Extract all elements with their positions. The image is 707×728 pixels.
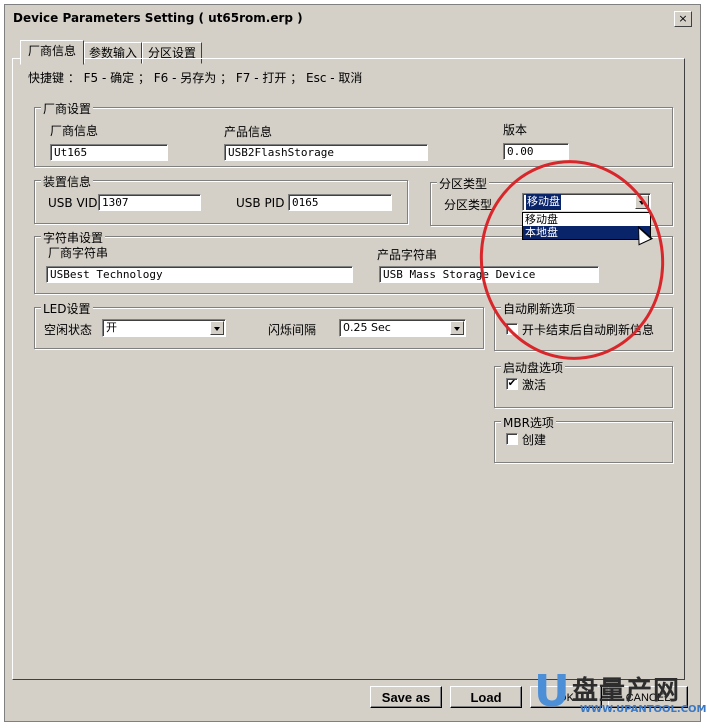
device-info-title: 装置信息 — [41, 173, 94, 190]
led-settings-title: LED设置 — [41, 300, 93, 317]
vendor-settings-title: 厂商设置 — [41, 100, 94, 117]
blink-interval-select[interactable]: 0.25 Sec — [339, 319, 466, 337]
idle-state-label: 空闲状态 — [44, 323, 93, 337]
save-as-button[interactable]: Save as — [370, 686, 442, 708]
watermark-logo-icon: U — [534, 666, 570, 717]
watermark-url: WWW.UPANTOOL.COM — [580, 704, 707, 715]
usb-pid-input[interactable]: 0165 — [288, 194, 392, 211]
mbr-create-checkbox[interactable] — [506, 433, 518, 445]
chevron-down-icon[interactable] — [450, 321, 464, 335]
version-input[interactable]: 0.00 — [503, 143, 569, 160]
mbr-create-label: 创建 — [522, 433, 547, 447]
tab-vendor-info[interactable]: 厂商信息 — [20, 40, 84, 65]
chevron-down-icon[interactable] — [210, 321, 224, 335]
watermark-brand: 盘量产网 — [572, 676, 681, 706]
product-info-input[interactable]: USB2FlashStorage — [224, 144, 428, 161]
idle-state-select[interactable]: 开 — [102, 319, 226, 337]
usb-vid-label: USB VID — [48, 196, 98, 210]
boot-activate-label: 激活 — [522, 378, 547, 392]
vendor-info-input[interactable]: Ut165 — [50, 144, 168, 161]
close-button[interactable]: × — [674, 11, 692, 27]
vendor-info-label: 厂商信息 — [50, 124, 99, 138]
boot-disk-title: 启动盘选项 — [501, 359, 566, 376]
load-button[interactable]: Load — [450, 686, 522, 708]
hotkey-hint: 快捷键 ： F5 - 确定 ； F6 - 另存为 ； F7 - 打开 ； Esc… — [28, 71, 363, 85]
idle-state-value: 开 — [106, 321, 117, 334]
version-label: 版本 — [503, 123, 528, 137]
blink-interval-value: 0.25 Sec — [343, 321, 391, 334]
usb-pid-label: USB PID — [236, 196, 285, 210]
site-watermark: U 盘量产网 WWW.UPANTOOL.COM — [534, 664, 707, 720]
product-info-label: 产品信息 — [224, 125, 273, 139]
usb-vid-input[interactable]: 1307 — [98, 194, 201, 211]
mbr-group: MBR选项 — [494, 414, 673, 463]
title-bar: Device Parameters Setting ( ut65rom.erp … — [5, 5, 700, 31]
vendor-string-label: 厂商字符串 — [48, 246, 109, 260]
partition-type-title: 分区类型 — [437, 175, 490, 192]
product-string-label: 产品字符串 — [377, 248, 438, 262]
vendor-string-input[interactable]: USBest Technology — [46, 266, 353, 283]
blink-interval-label: 闪烁间隔 — [268, 323, 317, 337]
boot-activate-checkbox[interactable]: ✔ — [506, 378, 518, 390]
boot-disk-group: 启动盘选项 — [494, 359, 673, 408]
window-title: Device Parameters Setting ( ut65rom.erp … — [13, 11, 303, 25]
partition-type-label: 分区类型 — [444, 198, 493, 212]
mbr-title: MBR选项 — [501, 414, 556, 431]
